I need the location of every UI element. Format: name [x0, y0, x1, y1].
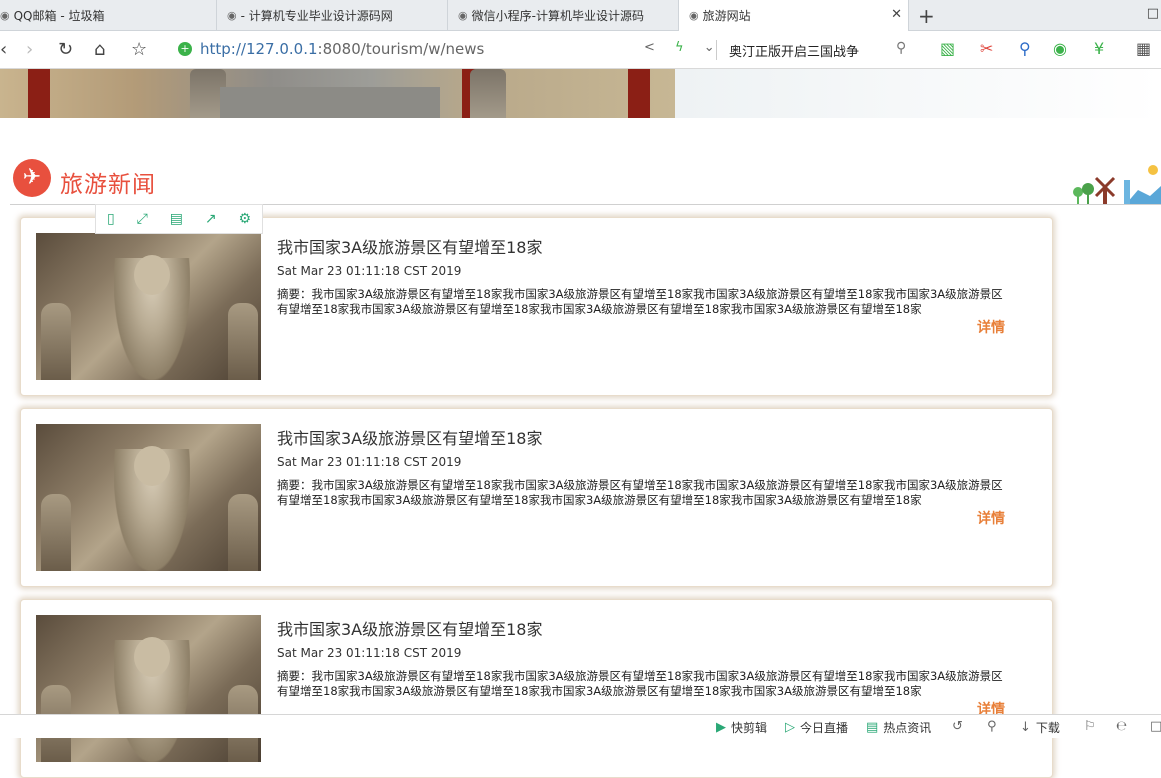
thumbnail-side-figure — [41, 303, 71, 380]
save-icon[interactable]: ▤ — [170, 211, 183, 227]
fullscreen-icon[interactable]: ⤢ — [137, 211, 148, 227]
ie-mode-button[interactable]: ℮ — [1116, 719, 1132, 734]
tab-icon: ◉ — [689, 9, 699, 22]
news-thumbnail[interactable] — [36, 424, 261, 571]
news-detail-link[interactable]: 详情 — [977, 508, 1005, 528]
coupon-extension-icon[interactable]: ¥ — [1094, 39, 1104, 58]
play-icon: ▷ — [785, 720, 795, 735]
hot-news-button[interactable]: ▤ 热点资讯 — [866, 719, 931, 736]
history-button[interactable]: ↺ — [952, 719, 968, 734]
banner-pillar — [28, 69, 50, 118]
game-extension-icon[interactable]: ◉ — [1053, 39, 1067, 58]
news-card[interactable]: 我市国家3A级旅游景区有望增至18家 Sat Mar 23 01:11:18 C… — [20, 599, 1053, 778]
hot-search-text[interactable]: 奥汀正版开启三国战争 — [729, 41, 859, 60]
banner-pillar — [628, 69, 650, 118]
news-title[interactable]: 我市国家3A级旅游景区有望增至18家 — [277, 425, 543, 449]
clip-icon: ▶ — [716, 720, 726, 735]
banner-road — [220, 87, 440, 118]
scenery-decoration-icon — [1073, 165, 1161, 204]
news-title[interactable]: 我市国家3A级旅游景区有望增至18家 — [277, 234, 543, 258]
apps-grid-icon[interactable]: ▦ — [1136, 39, 1151, 58]
banner-background — [675, 69, 1161, 118]
flag-button[interactable]: ⚐ — [1084, 719, 1101, 734]
magnifier-extension-icon[interactable]: ⚲ — [1019, 39, 1031, 58]
close-tab-icon[interactable]: ✕ — [891, 7, 902, 22]
news-date: Sat Mar 23 01:11:18 CST 2019 — [277, 455, 462, 469]
status-label: 下载 — [1035, 721, 1060, 735]
download-button[interactable]: ↓ 下载 — [1020, 719, 1060, 736]
status-label: 快剪辑 — [731, 721, 768, 735]
share-icon[interactable]: ↗ — [205, 211, 217, 227]
status-label: 今日直播 — [800, 721, 849, 735]
tab-title: - 计算机专业毕业设计源码网 — [240, 8, 393, 23]
tab-tourism-site[interactable]: ◉ 旅游网站 ✕ — [679, 0, 909, 31]
news-date: Sat Mar 23 01:11:18 CST 2019 — [277, 264, 462, 278]
tab-title: 旅游网站 — [702, 9, 751, 23]
news-thumbnail[interactable] — [36, 615, 261, 762]
status-bar: ▶ 快剪辑 ▷ 今日直播 ▤ 热点资讯 ↺ ⚲ ↓ 下载 ⚐ ℮ □ — [0, 714, 1161, 738]
thumbnail-buddha-head — [134, 637, 170, 677]
flag-icon: ⚐ — [1084, 719, 1096, 734]
banner-stone-lion — [470, 69, 506, 118]
reload-icon[interactable]: ↻ — [58, 39, 73, 60]
news-summary: 摘要：我市国家3A级旅游景区有望增至18家我市国家3A级旅游景区有望增至18家我… — [277, 478, 1003, 507]
tab-strip: ◉ QQ邮箱 - 垃圾箱 ◉ - 计算机专业毕业设计源码网 ◉ 微信小程序-计算… — [0, 0, 1161, 31]
quick-clip-button[interactable]: ▶ 快剪辑 — [716, 719, 767, 736]
window-icon: □ — [1150, 719, 1161, 734]
pin-icon: ⚲ — [987, 719, 997, 734]
new-tab-icon[interactable]: + — [918, 4, 935, 28]
url-field[interactable]: + http://127.0.0.1:8080/tourism/w/news — [178, 37, 708, 61]
section-title: 旅游新闻 — [60, 172, 156, 198]
translate-extension-icon[interactable]: ▧ — [940, 39, 955, 58]
news-card[interactable]: 我市国家3A级旅游景区有望增至18家 Sat Mar 23 01:11:18 C… — [20, 408, 1053, 587]
phone-icon[interactable]: ▯ — [107, 211, 115, 227]
tab-icon: ◉ — [0, 8, 10, 22]
scissors-extension-icon[interactable]: ✂ — [980, 39, 993, 58]
back-icon[interactable]: ‹ — [0, 39, 7, 60]
tab-title: 微信小程序-计算机毕业设计源码 — [471, 8, 644, 23]
browser-engine-icon: ℮ — [1116, 719, 1128, 734]
tab-icon: ◉ — [227, 8, 237, 22]
news-summary: 摘要：我市国家3A级旅游景区有望增至18家我市国家3A级旅游景区有望增至18家我… — [277, 669, 1003, 698]
window-button[interactable]: □ — [1150, 719, 1161, 734]
history-icon: ↺ — [952, 719, 963, 734]
news-detail-link[interactable]: 详情 — [977, 317, 1005, 337]
thumbnail-side-figure — [228, 303, 258, 380]
home-icon[interactable]: ⌂ — [94, 39, 105, 60]
bookmark-star-icon[interactable]: ☆ — [131, 39, 147, 60]
floating-toolbar: ▯ ⤢ ▤ ↗ ⚙ — [95, 204, 263, 234]
tab-source-site[interactable]: ◉ - 计算机专业毕业设计源码网 — [217, 0, 448, 30]
tab-title: QQ邮箱 - 垃圾箱 — [13, 8, 105, 23]
header-banner-image — [0, 69, 675, 118]
news-summary: 摘要：我市国家3A级旅游景区有望增至18家我市国家3A级旅游景区有望增至18家我… — [277, 287, 1003, 316]
status-label: 热点资讯 — [883, 721, 932, 735]
divider — [716, 40, 717, 60]
tab-icon: ◉ — [458, 8, 468, 22]
url-action-icons[interactable]: < ϟ ⌄ — [644, 40, 723, 55]
thumbnail-side-figure — [41, 494, 71, 571]
thumbnail-side-figure — [228, 494, 258, 571]
url-path: :8080/tourism/w/news — [317, 40, 485, 58]
thumbnail-buddha-head — [134, 255, 170, 295]
thumbnail-buddha-head — [134, 446, 170, 486]
forward-icon[interactable]: › — [26, 39, 33, 60]
search-icon[interactable]: ⚲ — [896, 40, 906, 56]
news-card[interactable]: 我市国家3A级旅游景区有望增至18家 Sat Mar 23 01:11:18 C… — [20, 217, 1053, 396]
download-icon: ↓ — [1020, 720, 1031, 735]
news-date: Sat Mar 23 01:11:18 CST 2019 — [277, 646, 462, 660]
secure-shield-icon: + — [178, 42, 192, 56]
lightning-icon[interactable]: ϟ — [675, 40, 692, 55]
address-bar: ‹ › ↻ ⌂ ☆ + http://127.0.0.1:8080/touris… — [0, 31, 1161, 69]
airplane-icon: ✈ — [13, 159, 51, 197]
tab-qq-mail[interactable]: ◉ QQ邮箱 - 垃圾箱 — [0, 0, 217, 30]
tab-menu-icon[interactable]: □ — [1147, 6, 1159, 21]
news-thumbnail[interactable] — [36, 233, 261, 380]
news-icon: ▤ — [866, 720, 879, 735]
news-title[interactable]: 我市国家3A级旅游景区有望增至18家 — [277, 616, 543, 640]
tab-wechat-miniprogram[interactable]: ◉ 微信小程序-计算机毕业设计源码 — [448, 0, 679, 30]
live-button[interactable]: ▷ 今日直播 — [785, 719, 848, 736]
settings-icon[interactable]: ⚙ — [238, 211, 251, 227]
pin-button[interactable]: ⚲ — [987, 719, 1002, 734]
url-host: http://127.0.0.1 — [200, 40, 318, 58]
